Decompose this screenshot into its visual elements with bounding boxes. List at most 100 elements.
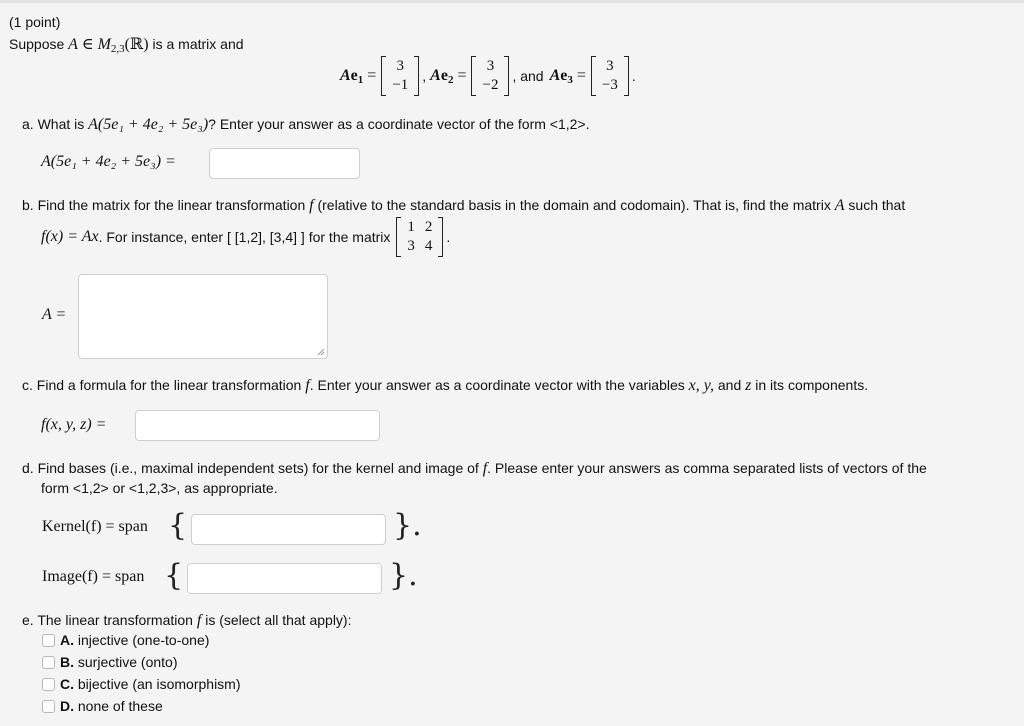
- part-c-vars: x, y,: [688, 377, 714, 394]
- option-b-checkbox[interactable]: [42, 656, 55, 669]
- given-1-sub: 1: [357, 73, 364, 86]
- part-e-prefix: The linear transformation: [37, 612, 193, 628]
- resize-handle-icon[interactable]: [317, 348, 325, 356]
- example-matrix-cell: 3: [407, 238, 415, 254]
- intro-prefix: Suppose: [9, 36, 65, 52]
- part-c-and: and: [717, 377, 742, 393]
- part-a-letter: a.: [22, 116, 34, 132]
- intro-in: ∈: [81, 36, 94, 53]
- part-b-letter: b.: [22, 197, 34, 213]
- part-c-letter: c.: [22, 377, 33, 393]
- part-b-line1-mid: (relative to the standard basis in the d…: [317, 197, 831, 213]
- option-b-key: B.: [60, 654, 74, 670]
- given-1-top: 3: [396, 58, 405, 74]
- option-d-checkbox[interactable]: [42, 700, 55, 713]
- part-b-question-line1: b. Find the matrix for the linear transf…: [22, 195, 905, 216]
- part-c-prefix: Find a formula for the linear transforma…: [36, 377, 302, 393]
- given-1-e: e: [350, 66, 358, 84]
- part-d-question-line1: d. Find bases (i.e., maximal independent…: [22, 458, 927, 479]
- given-1-bottom: −1: [392, 77, 409, 93]
- part-d-line1-prefix: Find bases (i.e., maximal independent se…: [37, 460, 479, 476]
- image-basis-input[interactable]: [187, 563, 382, 594]
- intro-suffix: is a matrix and: [152, 36, 244, 52]
- given-1: Ae1 =: [340, 66, 377, 86]
- option-c-label[interactable]: C. bijective (an isomorphism): [60, 676, 241, 692]
- image-open-brace: {: [164, 558, 184, 593]
- example-matrix-cell: 2: [424, 219, 433, 235]
- part-b-answer-textarea[interactable]: [78, 274, 328, 359]
- part-c-z: z: [745, 377, 752, 394]
- image-close-brace: }.: [389, 558, 418, 593]
- part-e-question: e. The linear transformation f is (selec…: [22, 610, 352, 631]
- option-a-checkbox[interactable]: [42, 634, 55, 647]
- intro-M: M: [97, 36, 111, 53]
- given-2-bottom: −2: [482, 77, 499, 93]
- part-c-suffix: in its components.: [755, 377, 869, 393]
- part-e-f: f: [196, 612, 202, 629]
- given-equations: Ae1 = 3 −1 , Ae2 = 3 −2 , and Ae3 = 3 −3 .: [340, 54, 636, 98]
- part-b-period: .: [446, 229, 451, 245]
- given-1-A: A: [340, 66, 351, 84]
- part-a-expr: A(5e₁ + 4e₂ + 5e₃): [88, 116, 209, 133]
- part-c-answer-label: f(x, y, z) =: [41, 416, 107, 433]
- part-b-line2-text: . For instance, enter [ [1,2], [3,4] ] f…: [98, 229, 391, 245]
- given-2-top: 3: [486, 58, 495, 74]
- option-a-text: injective (one-to-one): [77, 632, 210, 648]
- example-matrix: 1 2 3 4: [396, 217, 444, 257]
- given-2-A: A: [430, 66, 441, 84]
- points-label: (1 point): [9, 14, 61, 30]
- option-a-key: A.: [60, 632, 74, 648]
- given-3-period: .: [631, 68, 636, 84]
- given-3-A: A: [549, 66, 561, 84]
- given-3-vector: 3 −3: [590, 56, 629, 96]
- part-d-line1-suffix: . Please enter your answers as comma sep…: [487, 460, 927, 476]
- part-b-A: A: [834, 197, 845, 214]
- kernel-close-brace: }.: [393, 508, 422, 543]
- part-c-mid: . Enter your answer as a coordinate vect…: [309, 377, 685, 393]
- option-c-text: bijective (an isomorphism): [77, 676, 241, 692]
- kernel-label: Kernel(f) = span: [42, 518, 148, 535]
- given-2-sub: 2: [447, 73, 454, 86]
- given-3: Ae3 =: [549, 66, 586, 86]
- part-a-answer-label: A(5e₁ + 4e₂ + 5e₃) =: [41, 153, 176, 170]
- option-c-checkbox[interactable]: [42, 678, 55, 691]
- given-3-sub: 3: [567, 73, 573, 86]
- given-1-vector: 3 −1: [381, 56, 420, 96]
- part-d-letter: d.: [22, 460, 34, 476]
- top-border: [0, 0, 1024, 3]
- option-b-label[interactable]: B. surjective (onto): [60, 654, 177, 670]
- given-3-bottom: −3: [601, 77, 618, 93]
- part-a-suffix: ? Enter your answer as a coordinate vect…: [208, 116, 590, 132]
- option-a-label[interactable]: A. injective (one-to-one): [60, 632, 209, 648]
- part-a-prefix: What is: [37, 116, 85, 132]
- given-1-sep: ,: [422, 68, 427, 84]
- image-label: Image(f) = span: [42, 568, 145, 585]
- example-matrix-cell: 1: [407, 219, 415, 235]
- part-d-question-line2: form <1,2> or <1,2,3>, as appropriate.: [41, 480, 278, 496]
- given-3-top: 3: [606, 58, 614, 74]
- given-2: Ae2 =: [430, 66, 467, 86]
- option-b-text: surjective (onto): [77, 654, 178, 670]
- part-e-letter: e.: [22, 612, 34, 628]
- intro-R: (ℝ): [124, 36, 149, 53]
- given-2-sep: , and: [512, 68, 544, 84]
- option-d-key: D.: [60, 698, 74, 714]
- part-b-line1-suffix: such that: [848, 197, 906, 213]
- part-e-suffix: is (select all that apply):: [205, 612, 352, 628]
- intro-M-sub: 2,3: [110, 43, 125, 55]
- part-b-line1-prefix: Find the matrix for the linear transform…: [37, 197, 306, 213]
- option-c-key: C.: [60, 676, 74, 692]
- part-b-fx-expr: f(x) = Ax: [41, 228, 99, 245]
- part-a-question: a. What is A(5e₁ + 4e₂ + 5e₃)? Enter you…: [22, 114, 590, 135]
- kernel-basis-input[interactable]: [191, 514, 386, 545]
- part-a-answer-input[interactable]: [209, 148, 360, 179]
- part-b-question-line2: f(x) = Ax. For instance, enter [ [1,2], …: [41, 214, 450, 260]
- kernel-open-brace: {: [168, 508, 188, 543]
- option-d-label[interactable]: D. none of these: [60, 698, 163, 714]
- part-c-answer-input[interactable]: [135, 410, 380, 441]
- intro-matrix-A: A: [68, 36, 78, 53]
- part-b-f: f: [309, 197, 314, 214]
- option-d-text: none of these: [77, 698, 163, 714]
- part-c-question: c. Find a formula for the linear transfo…: [22, 375, 868, 396]
- part-b-answer-label: A =: [42, 306, 67, 323]
